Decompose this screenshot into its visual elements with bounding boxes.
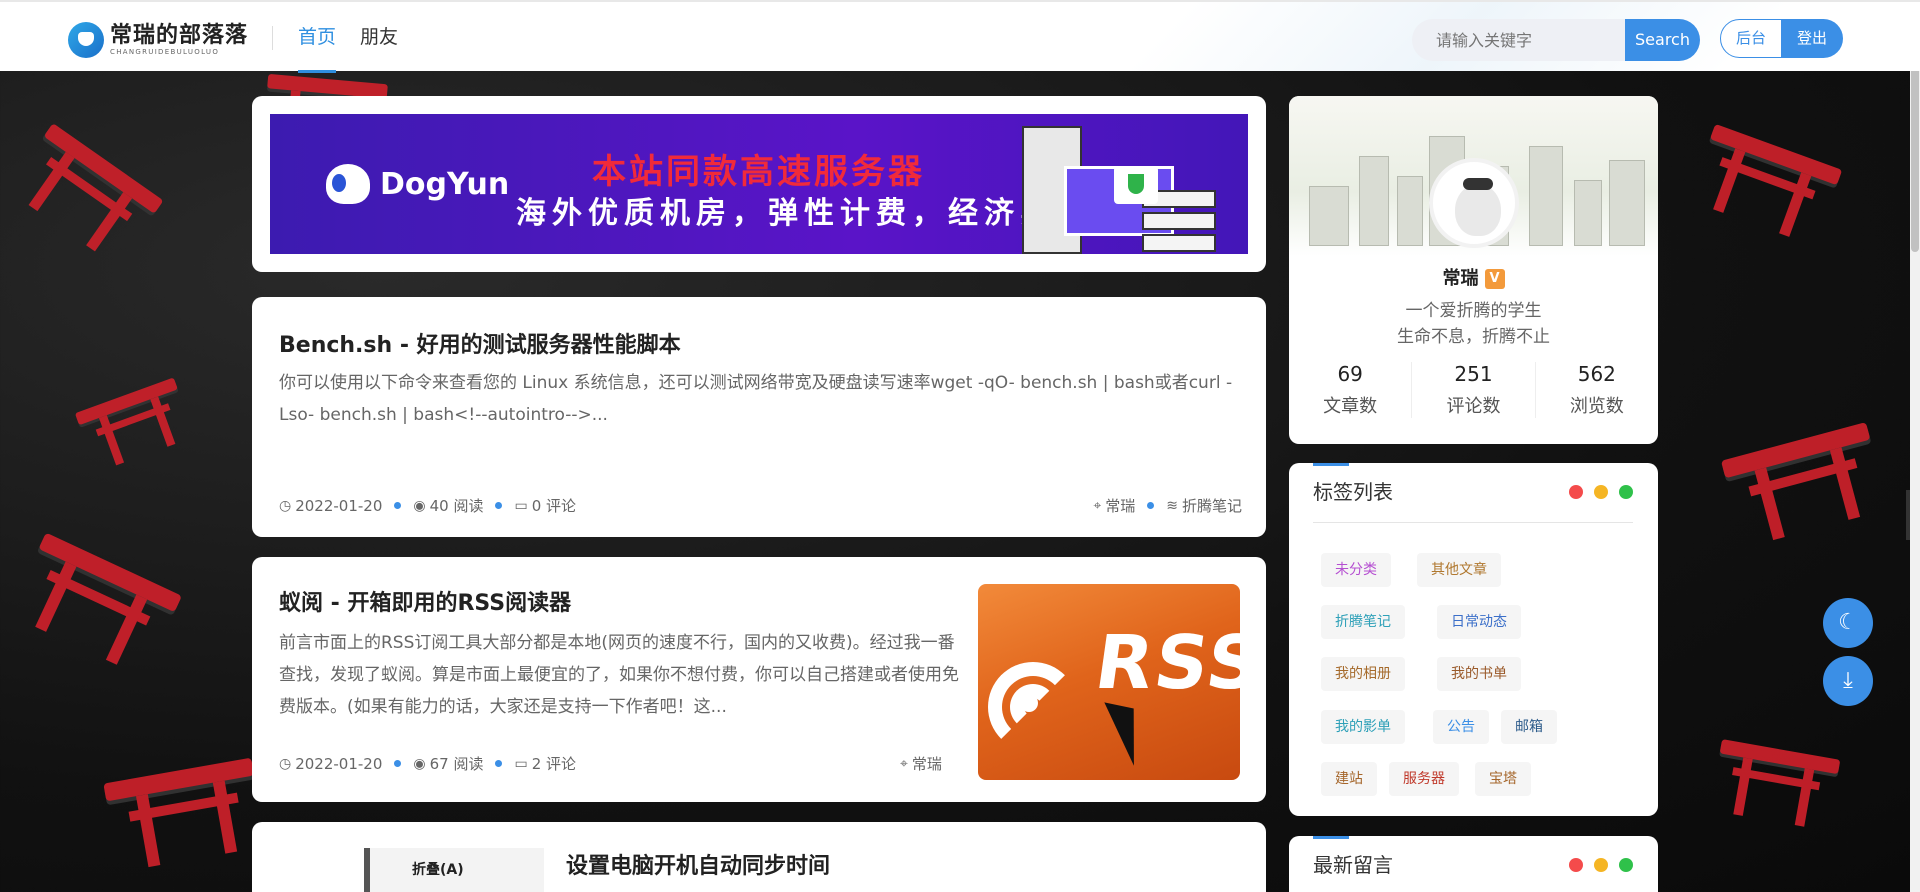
clock-icon: ◷ xyxy=(279,497,292,514)
logo-title: 常瑞的部落落 xyxy=(110,23,249,48)
banner-title: 本站同款高速服务器 xyxy=(592,152,925,192)
tags-widget: 标签列表 未分类 其他文章 折腾笔记 日常动态 我的相册 我的书单 我的影单 公… xyxy=(1289,463,1658,816)
post-author[interactable]: 常瑞 xyxy=(1105,495,1135,516)
eye-icon: ◉ xyxy=(413,755,426,772)
logo-subtitle: CHANGRUIDEBULUOLUO xyxy=(110,48,220,56)
post-category[interactable]: 折腾笔记 xyxy=(1182,495,1242,516)
tag-item[interactable]: 服务器 xyxy=(1389,762,1459,796)
moon-icon: ☾ xyxy=(1838,610,1858,635)
location-icon: ⌖ xyxy=(900,755,908,772)
tag-item[interactable]: 建站 xyxy=(1321,762,1377,796)
thumbnail-label: 折叠(A) xyxy=(412,862,464,878)
nav-item-home[interactable]: 首页 xyxy=(298,2,337,73)
post-author[interactable]: 常瑞 xyxy=(912,753,942,774)
download-icon: ⤓ xyxy=(1843,668,1853,693)
stat-label: 评论数 xyxy=(1446,396,1501,417)
post-comments[interactable]: 0 评论 xyxy=(532,495,576,516)
post-meta-right: ⌖ 常瑞 xyxy=(900,753,942,774)
post-date: 2022-01-20 xyxy=(295,754,383,773)
profile-card: 常瑞 V 一个爱折腾的学生 生命不息，折腾不止 69 文章数 251 评论数 56… xyxy=(1289,96,1658,444)
top-header: 常瑞的部落落 CHANGRUIDEBULUOLUO 首页 朋友 Search 后… xyxy=(0,0,1920,73)
profile-name: 常瑞 xyxy=(1442,268,1479,289)
layers-icon: ≋ xyxy=(1166,497,1178,514)
stat-value: 69 xyxy=(1337,362,1363,386)
stat-posts: 69 文章数 xyxy=(1289,362,1413,418)
logo-icon xyxy=(68,22,104,58)
post-meta: ◷ 2022-01-20 ◉ 67 阅读 ▭ 2 评论 xyxy=(279,753,576,774)
comments-widget: 最新留言 xyxy=(1289,836,1658,892)
stat-label: 浏览数 xyxy=(1569,396,1624,417)
post-views: 40 阅读 xyxy=(429,497,484,515)
download-button[interactable]: ⤓ xyxy=(1823,656,1873,706)
logout-button[interactable]: 登出 xyxy=(1781,19,1843,58)
main-nav: 首页 朋友 xyxy=(298,2,422,73)
search-input[interactable] xyxy=(1412,19,1628,61)
post-title[interactable]: 蚁阅 - 开箱即用的RSS阅读器 xyxy=(279,585,571,617)
stat-comments: 251 评论数 xyxy=(1412,362,1536,418)
tag-item[interactable]: 未分类 xyxy=(1321,553,1391,587)
site-logo[interactable]: 常瑞的部落落 CHANGRUIDEBULUOLUO xyxy=(68,22,248,58)
tag-item[interactable]: 我的影单 xyxy=(1321,710,1405,744)
banner-brand: DogYun xyxy=(380,166,510,202)
dog-icon xyxy=(326,164,370,204)
stat-label: 文章数 xyxy=(1323,396,1378,417)
profile-bio-line2: 生命不息，折腾不止 xyxy=(1397,327,1550,347)
profile-bio-line1: 一个爱折腾的学生 xyxy=(1405,301,1542,321)
post-views: 67 阅读 xyxy=(429,755,484,773)
nav-divider xyxy=(272,26,273,50)
post-comments[interactable]: 2 评论 xyxy=(532,753,576,774)
tag-item[interactable]: 其他文章 xyxy=(1417,553,1501,587)
shield-icon xyxy=(1114,166,1158,204)
window-dots xyxy=(1558,485,1633,499)
verified-badge: V xyxy=(1484,269,1505,289)
tag-item[interactable]: 我的书单 xyxy=(1437,657,1521,691)
post-excerpt: 前言市面上的RSS订阅工具大部分都是本地(网页的速度不行，国内的又收费)。经过我… xyxy=(279,633,959,717)
post-card[interactable]: 蚁阅 - 开箱即用的RSS阅读器 前言市面上的RSS订阅工具大部分都是本地(网页… xyxy=(252,557,1266,802)
stat-views: 562 浏览数 xyxy=(1536,362,1658,418)
post-title[interactable]: Bench.sh - 好用的测试服务器性能脚本 xyxy=(279,327,681,359)
search-button[interactable]: Search xyxy=(1625,19,1700,61)
profile-name-row: 常瑞 V xyxy=(1289,264,1658,290)
widget-header: 标签列表 xyxy=(1313,463,1633,523)
stat-value: 562 xyxy=(1577,362,1616,386)
banner-subtitle: 海外优质机房，弹性计费，经济实惠 xyxy=(516,196,1092,231)
avatar[interactable] xyxy=(1429,158,1519,248)
nav-item-friends[interactable]: 朋友 xyxy=(360,2,398,73)
post-thumbnail[interactable]: RSS xyxy=(978,584,1240,780)
tag-item[interactable]: 邮箱 xyxy=(1501,710,1557,744)
banner-ad[interactable]: DogYun 本站同款高速服务器 海外优质机房，弹性计费，经济实惠 xyxy=(270,114,1248,254)
post-meta-right: ⌖ 常瑞 ≋ 折腾笔记 xyxy=(1093,495,1242,516)
banner-card: DogYun 本站同款高速服务器 海外优质机房，弹性计费，经济实惠 xyxy=(252,96,1266,272)
post-card[interactable]: 折叠(A) 设置电脑开机自动同步时间 xyxy=(252,822,1266,892)
eye-icon: ◉ xyxy=(413,497,426,514)
profile-stats: 69 文章数 251 评论数 562 浏览数 xyxy=(1289,362,1658,418)
post-excerpt: 你可以使用以下命令来查看您的 Linux 系统信息，还可以测试网络带宽及硬盘读写… xyxy=(279,373,1233,425)
server-illustration xyxy=(1022,126,1222,254)
tag-item[interactable]: 宝塔 xyxy=(1475,762,1531,796)
thumbnail-text: RSS xyxy=(1089,620,1240,706)
admin-button[interactable]: 后台 xyxy=(1720,19,1782,58)
tag-item[interactable]: 日常动态 xyxy=(1437,605,1521,639)
location-icon: ⌖ xyxy=(1093,497,1102,514)
clock-icon: ◷ xyxy=(279,755,292,772)
window-dots xyxy=(1558,858,1633,872)
rss-icon xyxy=(988,662,1078,752)
tag-item[interactable]: 折腾笔记 xyxy=(1321,605,1405,639)
comment-icon: ▭ xyxy=(514,755,528,772)
comment-icon: ▭ xyxy=(514,497,528,514)
post-date: 2022-01-20 xyxy=(295,496,383,515)
post-meta: ◷ 2022-01-20 ◉ 40 阅读 ▭ 0 评论 xyxy=(279,495,576,516)
widget-header: 最新留言 xyxy=(1313,836,1633,892)
dogyun-logo: DogYun xyxy=(326,164,509,204)
post-card[interactable]: Bench.sh - 好用的测试服务器性能脚本 你可以使用以下命令来查看您的 L… xyxy=(252,297,1266,537)
tag-item[interactable]: 公告 xyxy=(1433,710,1489,744)
post-title[interactable]: 设置电脑开机自动同步时间 xyxy=(566,848,830,880)
tag-item[interactable]: 我的相册 xyxy=(1321,657,1405,691)
dark-mode-button[interactable]: ☾ xyxy=(1823,598,1873,648)
stat-value: 251 xyxy=(1454,362,1493,386)
